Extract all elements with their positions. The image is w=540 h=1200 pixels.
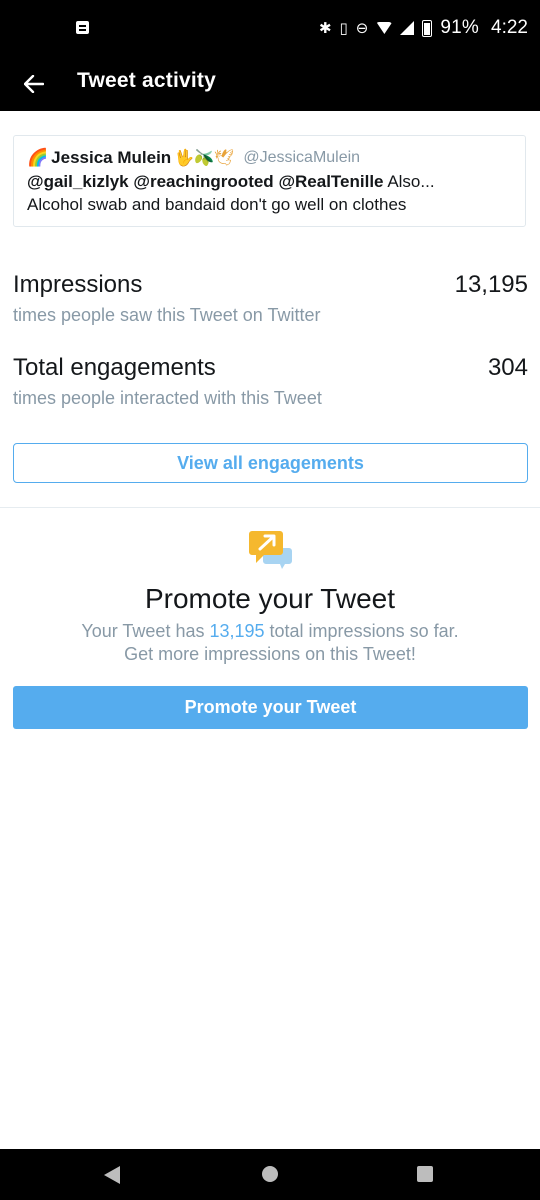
engagements-label: Total engagements bbox=[13, 354, 216, 381]
tweet-header: 🌈 Jessica Mulein 🖖🫒🕊 @JessicaMulein bbox=[27, 146, 525, 170]
battery-percent: 91% bbox=[440, 17, 480, 38]
engagements-subtitle: times people interacted with this Tweet bbox=[13, 388, 322, 408]
impressions-row: Impressions 13,195 times people saw this… bbox=[13, 271, 528, 326]
author-name: Jessica Mulein bbox=[51, 148, 172, 167]
system-nav-bar bbox=[0, 1149, 540, 1200]
back-button[interactable] bbox=[14, 64, 54, 104]
mention-link[interactable]: @gail_kizlyk bbox=[27, 172, 129, 191]
promote-description: Your Tweet has 13,195 total impressions … bbox=[0, 620, 540, 666]
recents-square-icon[interactable] bbox=[417, 1166, 433, 1182]
impressions-subtitle: times people saw this Tweet on Twitter bbox=[13, 305, 321, 325]
notification-icon bbox=[76, 21, 89, 34]
engagements-row: Total engagements 304 times people inter… bbox=[13, 354, 528, 409]
clock: 4:22 bbox=[491, 17, 528, 38]
mention-link[interactable]: @reachingrooted bbox=[133, 172, 273, 191]
app-bar: Tweet activity bbox=[0, 56, 540, 111]
tweet-text: @gail_kizlyk @reachingrooted @RealTenill… bbox=[27, 170, 525, 193]
signal-icon bbox=[400, 21, 415, 35]
impressions-label: Impressions bbox=[13, 271, 143, 298]
promote-line-1: Your Tweet has 13,195 total impressions … bbox=[0, 620, 540, 643]
author-handle: @JessicaMulein bbox=[243, 149, 361, 166]
rainbow-icon: 🌈 bbox=[27, 148, 49, 167]
bluetooth-icon: ✱ bbox=[318, 19, 332, 37]
view-all-engagements-button[interactable]: View all engagements bbox=[13, 443, 528, 483]
engagements-value: 304 bbox=[487, 354, 528, 381]
tweet-text-line2: Alcohol swab and bandaid don't go well o… bbox=[27, 195, 407, 214]
author-emoji-icons: 🖖🫒🕊 bbox=[174, 150, 235, 167]
impressions-value: 13,195 bbox=[454, 271, 528, 298]
promote-arrow-icon bbox=[249, 531, 292, 569]
promote-impressions-count: 13,195 bbox=[209, 621, 265, 641]
tweet-text-tail: Also... bbox=[387, 172, 435, 191]
promote-text-suffix: total impressions so far. bbox=[264, 621, 459, 641]
battery-icon bbox=[422, 19, 433, 37]
vibrate-icon: ▯ bbox=[339, 19, 348, 37]
back-triangle-icon[interactable] bbox=[104, 1166, 120, 1184]
home-circle-icon[interactable] bbox=[262, 1166, 278, 1182]
promote-tweet-button[interactable]: Promote your Tweet bbox=[13, 686, 528, 729]
status-icons: ✱ ▯ ⊖ 91% 4:22 bbox=[319, 14, 528, 42]
tweet-card[interactable]: 🌈 Jessica Mulein 🖖🫒🕊 @JessicaMulein @gai… bbox=[13, 135, 526, 227]
status-bar: ✱ ▯ ⊖ 91% 4:22 bbox=[0, 0, 540, 56]
arrow-left-icon bbox=[24, 75, 44, 93]
dnd-icon: ⊖ bbox=[355, 19, 369, 37]
page-title: Tweet activity bbox=[77, 69, 216, 92]
wifi-icon bbox=[376, 22, 393, 34]
mention-link[interactable]: @RealTenille bbox=[278, 172, 383, 191]
promote-text-prefix: Your Tweet has bbox=[81, 621, 210, 641]
promote-line-2: Get more impressions on this Tweet! bbox=[124, 644, 416, 664]
promote-title: Promote your Tweet bbox=[144, 583, 396, 614]
divider bbox=[0, 507, 540, 508]
